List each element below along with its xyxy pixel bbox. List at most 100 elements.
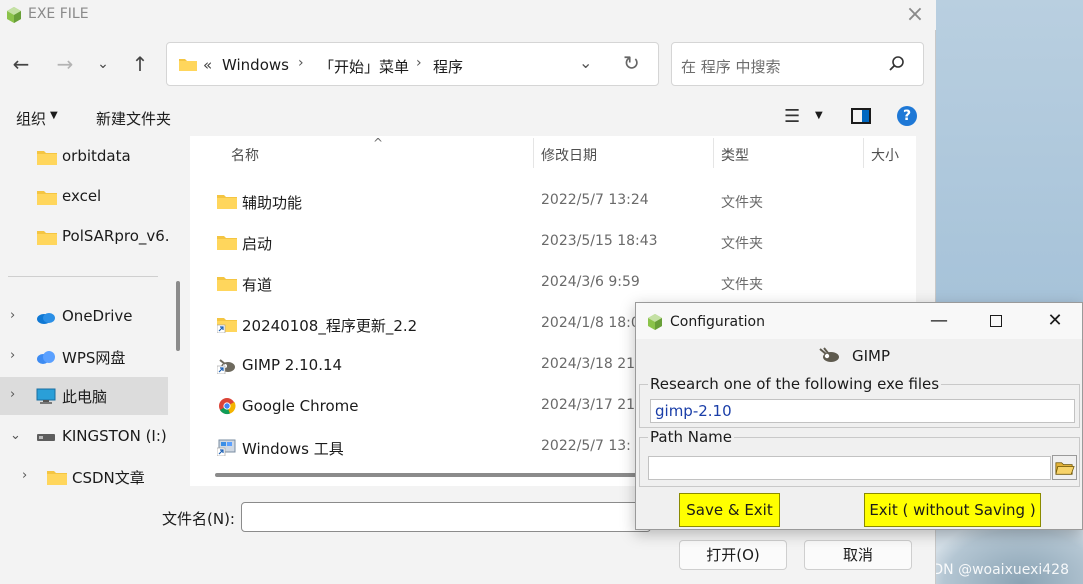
configuration-window: Configuration — ✕ GIMP Research one of t… [635, 302, 1083, 530]
folder-icon [217, 277, 237, 291]
close-button[interactable]: ✕ [1035, 307, 1075, 335]
cancel-button[interactable]: 取消 [804, 540, 912, 570]
caret-down-icon: ▼ [50, 110, 58, 121]
file-type: 文件夹 [721, 236, 763, 252]
filename-input[interactable] [241, 502, 651, 532]
minimize-icon: — [930, 310, 948, 331]
config-titlebar: Configuration — ✕ [636, 303, 1082, 339]
file-type: 文件夹 [721, 277, 763, 293]
sidebar-item-orbitdata[interactable]: orbitdata [0, 138, 168, 176]
maximize-icon [990, 315, 1002, 327]
exit-without-saving-button[interactable]: Exit ( without Saving ) [864, 493, 1041, 527]
preview-pane-icon[interactable] [851, 108, 871, 124]
onedrive-icon [37, 313, 55, 324]
caret-down-icon[interactable]: ▼ [815, 110, 823, 121]
column-divider[interactable] [863, 138, 864, 168]
column-divider[interactable] [713, 138, 714, 168]
search-input[interactable]: 在 程序 中搜索 [681, 56, 781, 77]
folder-icon [179, 59, 197, 71]
file-row[interactable]: 有道 2024/3/6 9:59 文件夹 [190, 264, 916, 305]
navigation-pane: orbitdata excel PolSARpro_v6. › OneDrive… [0, 136, 187, 486]
recent-locations-button[interactable]: ⌄ [89, 50, 117, 78]
chevron-right-icon[interactable]: › [22, 468, 27, 483]
cloud-icon [37, 351, 55, 364]
arrow-left-icon: ← [12, 52, 30, 76]
app-name: GIMP [852, 347, 891, 365]
file-date: 2022/5/7 13: [541, 438, 631, 454]
close-button[interactable]: × [902, 2, 928, 28]
file-name: Windows 工具 [242, 440, 344, 458]
dialog-titlebar: EXE FILE × [0, 0, 936, 30]
chevron-right-icon[interactable]: › [10, 387, 15, 402]
sidebar-item-label: 此电脑 [62, 388, 108, 406]
sidebar-scrollbar[interactable] [176, 281, 180, 351]
file-type: 文件夹 [721, 195, 763, 211]
column-header-modified[interactable]: 修改日期 [541, 145, 597, 165]
chevron-down-icon[interactable]: ⌄ [579, 53, 592, 72]
column-divider[interactable] [533, 138, 534, 168]
path-input[interactable] [648, 456, 1051, 480]
sidebar-item-excel[interactable]: excel [0, 178, 168, 216]
browse-button[interactable] [1052, 455, 1077, 480]
breadcrumb-separator: › [298, 55, 304, 71]
sidebar-item-label: KINGSTON (I:) [62, 427, 167, 445]
breadcrumb-start-menu[interactable]: 「开始」菜单 [319, 56, 409, 77]
column-header-type[interactable]: 类型 [721, 145, 749, 165]
folder-icon [37, 151, 57, 165]
organize-button[interactable]: 组织 [16, 108, 46, 129]
file-date: 2024/1/8 18:0 [541, 315, 640, 331]
breadcrumb-programs[interactable]: 程序 [433, 56, 463, 77]
sidebar-item-label: WPS网盘 [62, 349, 126, 367]
column-header-size[interactable]: 大小 [871, 145, 899, 165]
sidebar-item-polsarpro[interactable]: PolSARpro_v6. [0, 218, 170, 256]
sidebar-item-label: PolSARpro_v6. [62, 227, 170, 245]
forward-button[interactable]: → [51, 50, 79, 78]
new-folder-button[interactable]: 新建文件夹 [96, 108, 171, 129]
minimize-button[interactable]: — [919, 307, 959, 335]
search-icon[interactable] [888, 55, 906, 73]
file-row[interactable]: 辅助功能 2022/5/7 13:24 文件夹 [190, 182, 916, 223]
sidebar-item-onedrive[interactable]: › OneDrive [0, 298, 168, 336]
sidebar-item-csdn[interactable]: › CSDN文章 [0, 458, 168, 486]
breadcrumb-windows[interactable]: Windows [222, 56, 289, 74]
refresh-icon[interactable]: ↻ [623, 51, 640, 75]
file-row[interactable]: 启动 2023/5/15 18:43 文件夹 [190, 223, 916, 264]
maximize-button[interactable] [976, 307, 1016, 335]
sidebar-item-wps-cloud[interactable]: › WPS网盘 [0, 338, 168, 376]
dialog-title: EXE FILE [28, 6, 89, 22]
command-bar: 组织 ▼ 新建文件夹 ☰ ▼ ? [0, 100, 936, 134]
path-label: Path Name [648, 428, 734, 446]
view-options-icon[interactable]: ☰ [784, 106, 800, 127]
file-name: 20240108_程序更新_2.2 [242, 317, 418, 335]
research-input[interactable]: gimp-2.10 [650, 399, 1075, 423]
folder-icon [37, 191, 57, 205]
app-cube-icon [7, 7, 21, 23]
sidebar-item-this-pc[interactable]: › 此电脑 [0, 377, 168, 415]
file-name: 辅助功能 [242, 194, 303, 212]
chevron-right-icon[interactable]: › [10, 348, 15, 363]
chevron-down-icon[interactable]: ⌄ [10, 428, 21, 443]
arrow-right-icon: → [56, 52, 74, 76]
address-bar[interactable]: « Windows › 「开始」菜单 › 程序 ⌄ ↻ [166, 42, 659, 86]
sidebar-item-label: CSDN文章 [72, 469, 145, 486]
gimp-icon [819, 347, 839, 362]
search-box[interactable]: 在 程序 中搜索 [671, 42, 924, 86]
research-label: Research one of the following exe files [648, 375, 942, 393]
sidebar-item-kingston[interactable]: ⌄ KINGSTON (I:) [0, 418, 168, 456]
chevron-down-icon: ⌄ [97, 56, 109, 72]
folder-icon [47, 471, 67, 485]
help-icon[interactable]: ? [897, 106, 917, 126]
arrow-up-icon: ↑ [131, 52, 149, 76]
up-button[interactable]: ↑ [126, 50, 154, 78]
folder-icon [217, 236, 237, 250]
research-frame: Research one of the following exe files … [639, 375, 1080, 428]
back-button[interactable]: ← [7, 50, 35, 78]
chevron-right-icon[interactable]: › [10, 308, 15, 323]
save-exit-button[interactable]: Save & Exit [679, 493, 780, 527]
filename-label: 文件名(N): [162, 510, 235, 528]
column-header-name[interactable]: 名称 [231, 145, 259, 165]
app-cube-icon [648, 314, 662, 330]
address-overflow[interactable]: « [203, 56, 212, 74]
file-date: 2024/3/18 21 [541, 356, 636, 372]
open-button[interactable]: 打开(O) [679, 540, 787, 570]
